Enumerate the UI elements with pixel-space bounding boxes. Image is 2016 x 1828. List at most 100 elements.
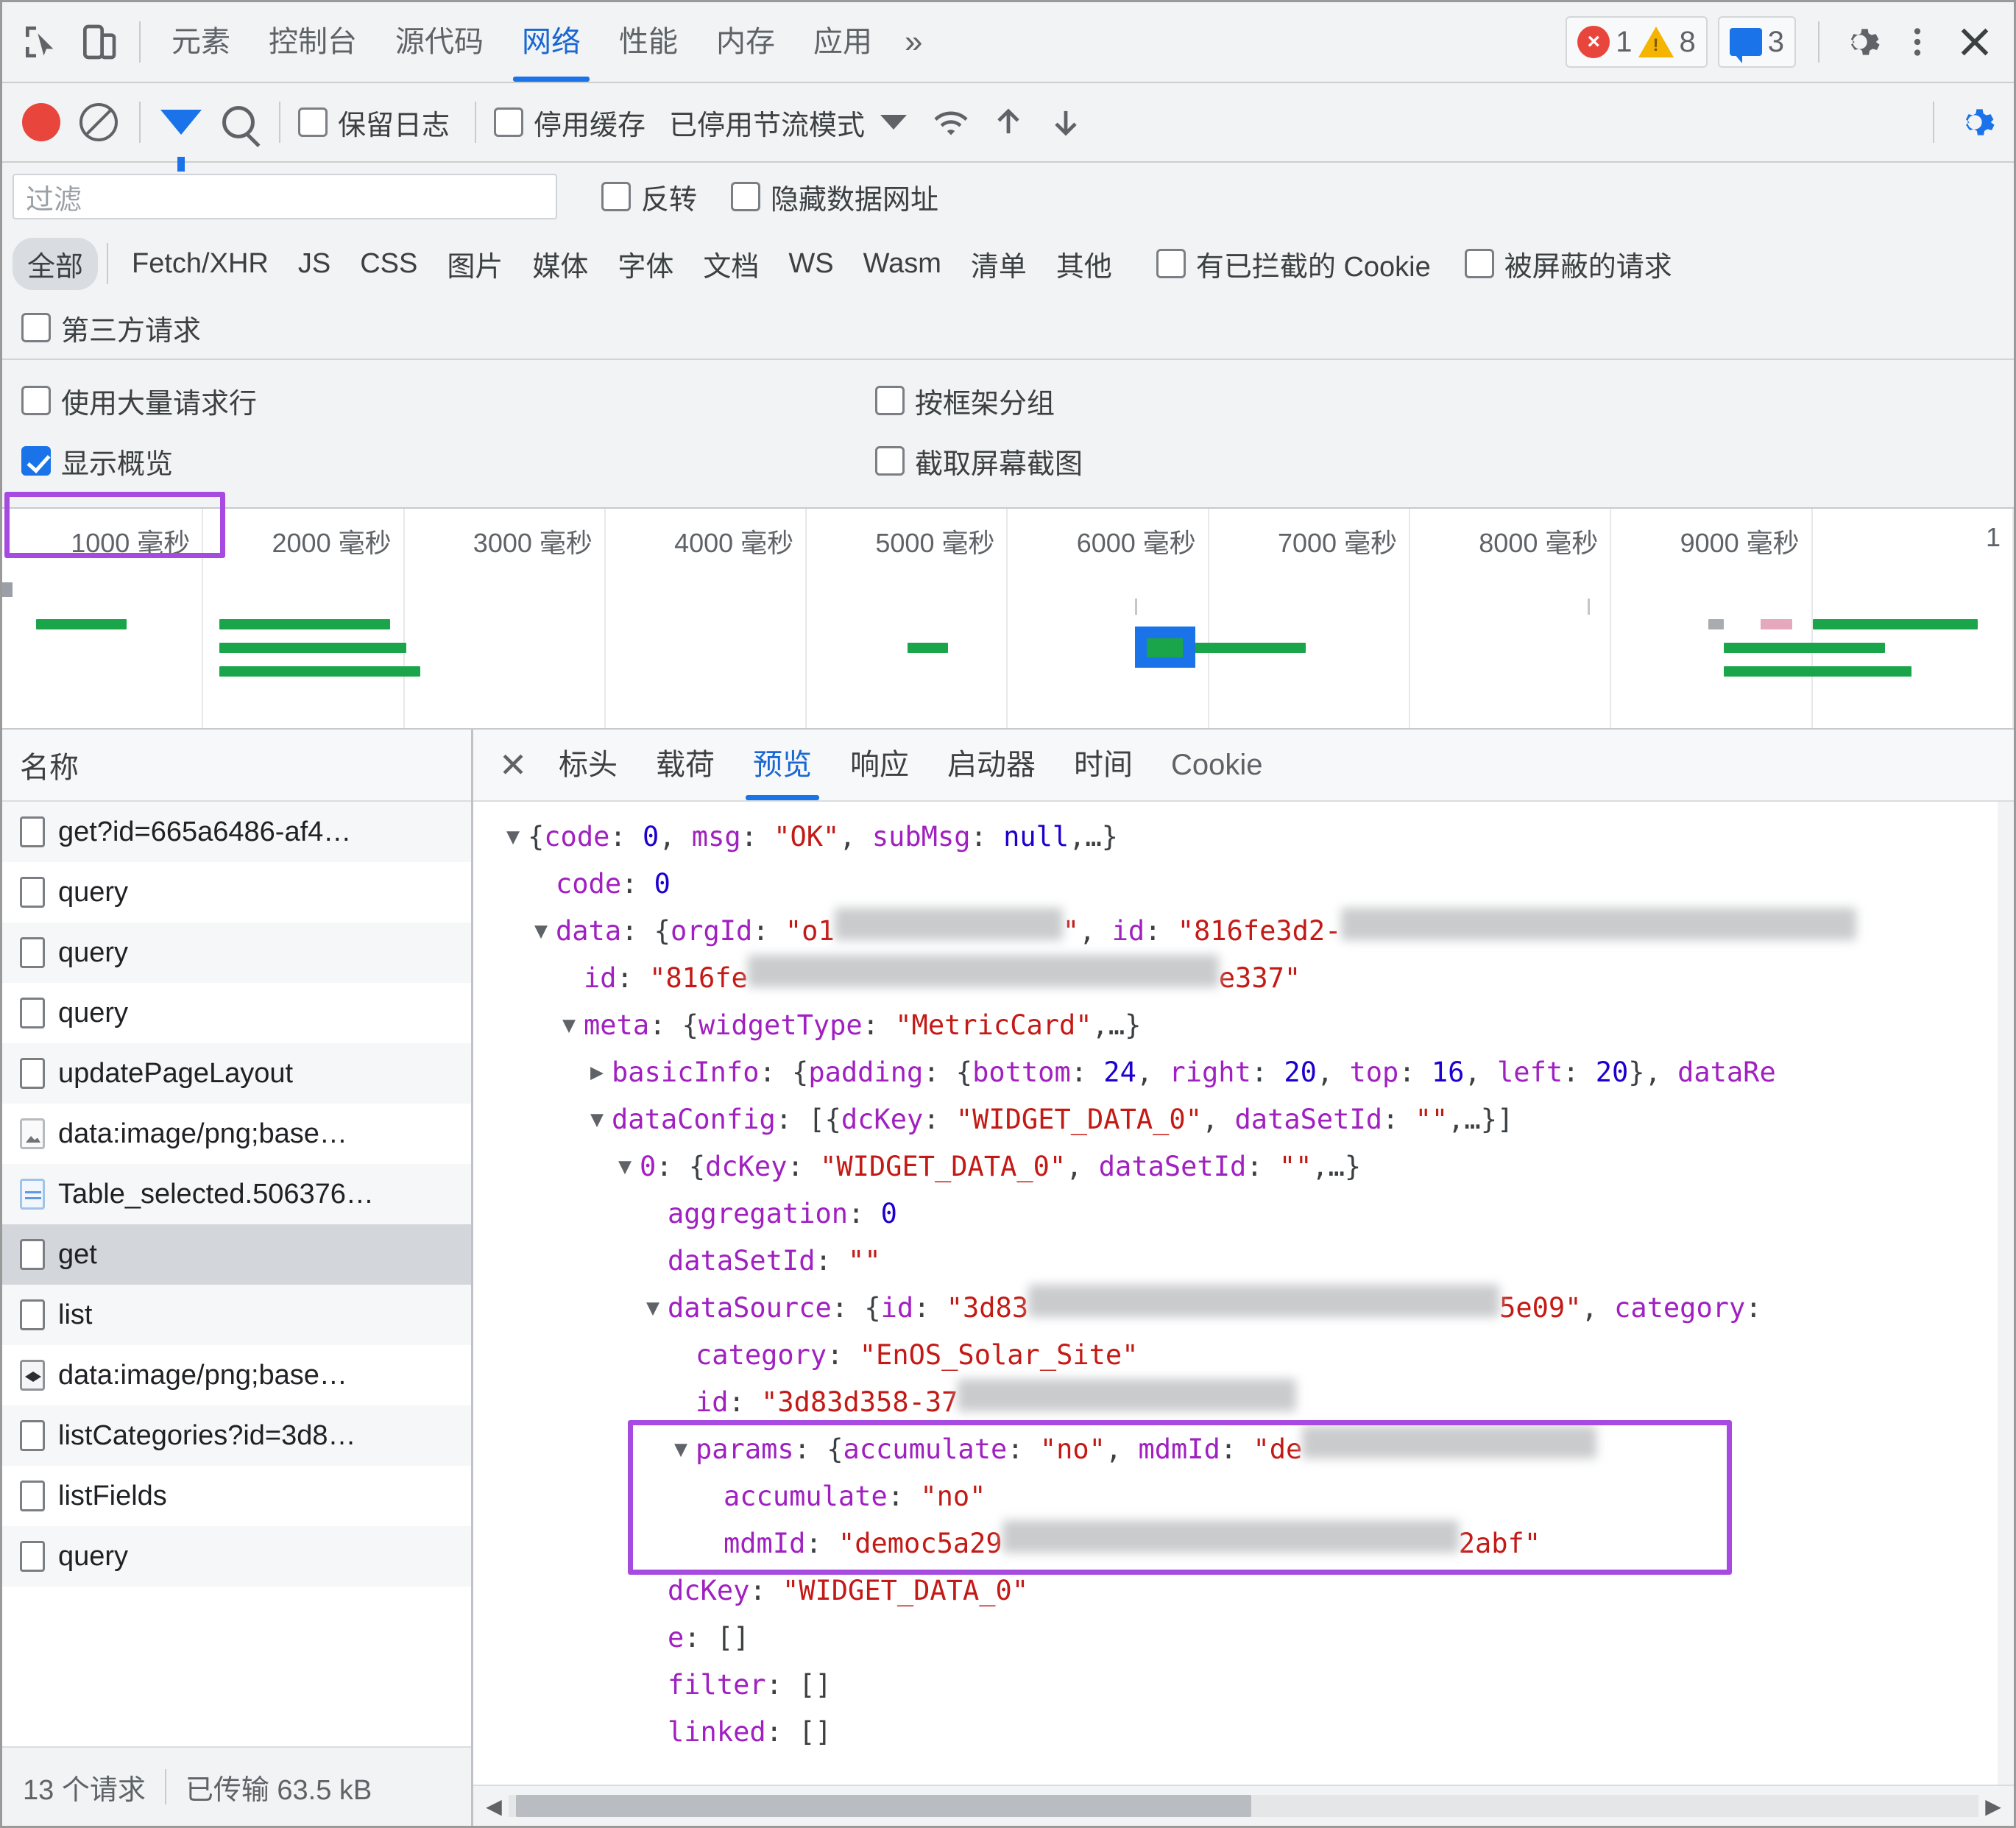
- json-line[interactable]: ·id: "3d83d358-37: [473, 1379, 2014, 1426]
- request-row[interactable]: query: [2, 862, 471, 922]
- throttling-dropdown-icon[interactable]: [865, 93, 922, 151]
- network-conditions-button[interactable]: [922, 93, 980, 151]
- json-line[interactable]: ▼ dataConfig: [{dcKey: "WIDGET_DATA_0", d…: [473, 1096, 2014, 1143]
- type-filter-media[interactable]: 媒体: [517, 238, 603, 290]
- request-row[interactable]: query: [2, 1526, 471, 1587]
- tab-elements[interactable]: 元素: [152, 2, 250, 82]
- capture-screenshots-checkbox[interactable]: 截取屏幕截图: [875, 441, 1083, 481]
- detail-tab-preview[interactable]: 预览: [734, 730, 831, 800]
- tab-network[interactable]: 网络: [503, 2, 600, 82]
- request-row-selected[interactable]: get: [2, 1224, 471, 1285]
- scrollbar-track[interactable]: [509, 1795, 1978, 1817]
- collapse-arrow-icon[interactable]: ▼: [666, 1426, 696, 1473]
- more-options-icon[interactable]: [1889, 13, 1946, 71]
- json-line[interactable]: ·accumulate: "no": [473, 1473, 2014, 1520]
- blocked-requests-checkbox[interactable]: 被屏蔽的请求: [1464, 244, 1672, 284]
- preserve-log-checkbox[interactable]: 保留日志: [298, 102, 450, 143]
- tab-console[interactable]: 控制台: [250, 2, 376, 82]
- import-har-icon[interactable]: [980, 93, 1037, 151]
- json-line[interactable]: ·id: "816fe e337": [473, 955, 2014, 1002]
- request-row[interactable]: get?id=665a6486-af4…: [2, 802, 471, 862]
- detail-tab-response[interactable]: 响应: [831, 730, 928, 800]
- expand-arrow-icon[interactable]: ▶: [582, 1049, 612, 1096]
- json-line[interactable]: ▼ meta: {widgetType: "MetricCard",…}: [473, 1002, 2014, 1049]
- json-line[interactable]: ▼ data: {orgId: "o1 ", id: "816fe3d2-: [473, 908, 2014, 955]
- collapse-arrow-icon[interactable]: ▼: [554, 1002, 584, 1049]
- more-tabs-icon[interactable]: »: [891, 2, 936, 82]
- export-har-icon[interactable]: [1037, 93, 1094, 151]
- json-line[interactable]: ▼ 0: {dcKey: "WIDGET_DATA_0", dataSetId: …: [473, 1143, 2014, 1190]
- filter-input[interactable]: 过滤: [13, 174, 557, 219]
- type-filter-doc[interactable]: 文档: [688, 238, 774, 290]
- json-line[interactable]: ▼ dataSource: {id: "3d83 5e09", category:: [473, 1285, 2014, 1332]
- request-row[interactable]: listCategories?id=3d8…: [2, 1405, 471, 1466]
- request-row[interactable]: listFields: [2, 1466, 471, 1526]
- collapse-arrow-icon[interactable]: ▼: [498, 814, 528, 861]
- request-row[interactable]: query: [2, 922, 471, 983]
- show-overview-checkbox[interactable]: 显示概览: [21, 441, 875, 481]
- type-filter-fetch-xhr[interactable]: Fetch/XHR: [117, 242, 283, 286]
- collapse-arrow-icon[interactable]: ▼: [610, 1143, 640, 1190]
- type-filter-img[interactable]: 图片: [432, 238, 517, 290]
- json-line[interactable]: ▼{code: 0, msg: "OK", subMsg: null,…}: [473, 814, 2014, 861]
- request-row[interactable]: list: [2, 1285, 471, 1345]
- json-line[interactable]: ·filter: []: [473, 1662, 2014, 1709]
- type-filter-wasm[interactable]: Wasm: [849, 242, 956, 286]
- type-filter-manifest[interactable]: 清单: [956, 238, 1041, 290]
- json-line[interactable]: ·linked: []: [473, 1709, 2014, 1756]
- invert-checkbox[interactable]: 反转: [601, 177, 697, 217]
- json-line[interactable]: ▶ basicInfo: {padding: {bottom: 24, right…: [473, 1049, 2014, 1096]
- detail-tab-timing[interactable]: 时间: [1055, 730, 1152, 800]
- type-filter-css[interactable]: CSS: [345, 242, 432, 286]
- clear-button[interactable]: [70, 93, 127, 151]
- request-list[interactable]: get?id=665a6486-af4… query query query updat…: [2, 802, 471, 1746]
- type-filter-all[interactable]: 全部: [13, 237, 99, 290]
- json-line[interactable]: ·dcKey: "WIDGET_DATA_0": [473, 1567, 2014, 1615]
- tab-sources[interactable]: 源代码: [376, 2, 503, 82]
- group-by-frame-checkbox[interactable]: 按框架分组: [875, 381, 1055, 421]
- filter-toggle-button[interactable]: [152, 93, 210, 172]
- request-row[interactable]: updatePageLayout: [2, 1043, 471, 1104]
- issue-counters[interactable]: × 1 8: [1566, 16, 1708, 68]
- network-overview-timeline[interactable]: 1000 毫秒 2000 毫秒 3000 毫秒 4000 毫秒 5000 毫秒 …: [2, 509, 2014, 730]
- scrollbar-thumb[interactable]: [516, 1795, 1251, 1817]
- scroll-right-icon[interactable]: ▶: [1978, 1794, 2008, 1818]
- settings-gear-icon[interactable]: [1831, 13, 1889, 71]
- record-button[interactable]: [13, 93, 70, 151]
- tab-performance[interactable]: 性能: [600, 2, 697, 82]
- preview-horizontal-scrollbar[interactable]: ◀ ▶: [473, 1785, 2014, 1826]
- scroll-left-icon[interactable]: ◀: [479, 1794, 509, 1818]
- detail-tab-payload[interactable]: 载荷: [637, 730, 734, 800]
- request-list-header[interactable]: 名称: [2, 730, 471, 802]
- type-filter-font[interactable]: 字体: [603, 238, 688, 290]
- blocked-cookies-checkbox[interactable]: 有已拦截的 Cookie: [1156, 244, 1431, 284]
- inspect-element-icon[interactable]: [13, 13, 70, 71]
- request-row[interactable]: data:image/png;base…: [2, 1345, 471, 1405]
- device-toolbar-icon[interactable]: [70, 13, 127, 71]
- close-detail-icon[interactable]: ✕: [487, 738, 540, 791]
- collapse-arrow-icon[interactable]: ▼: [638, 1285, 668, 1332]
- json-line[interactable]: ·mdmId: "democ5a29 2abf": [473, 1520, 2014, 1567]
- json-line[interactable]: ▼ params: {accumulate: "no", mdmId: "de: [473, 1426, 2014, 1473]
- collapse-arrow-icon[interactable]: ▼: [526, 908, 556, 955]
- tab-memory[interactable]: 内存: [697, 2, 794, 82]
- json-line[interactable]: ·code: 0: [473, 861, 2014, 908]
- network-settings-gear-icon[interactable]: [1946, 93, 2003, 151]
- disable-cache-checkbox[interactable]: 停用缓存: [494, 102, 646, 143]
- third-party-checkbox[interactable]: 第三方请求: [21, 308, 201, 348]
- json-line[interactable]: ·aggregation: 0: [473, 1190, 2014, 1238]
- type-filter-ws[interactable]: WS: [774, 242, 848, 286]
- hide-data-urls-checkbox[interactable]: 隐藏数据网址: [731, 177, 938, 217]
- request-row[interactable]: data:image/png;base…: [2, 1104, 471, 1164]
- message-counter[interactable]: 3: [1717, 16, 1796, 68]
- big-request-rows-checkbox[interactable]: 使用大量请求行: [21, 381, 875, 421]
- request-row[interactable]: query: [2, 983, 471, 1043]
- search-button[interactable]: [210, 93, 267, 151]
- json-line[interactable]: ·e: []: [473, 1615, 2014, 1662]
- json-line[interactable]: ·category: "EnOS_Solar_Site": [473, 1332, 2014, 1379]
- type-filter-other[interactable]: 其他: [1041, 238, 1127, 290]
- close-devtools-icon[interactable]: [1946, 13, 2003, 71]
- detail-tab-initiator[interactable]: 启动器: [928, 730, 1055, 800]
- detail-tab-headers[interactable]: 标头: [540, 730, 637, 800]
- throttling-label[interactable]: 已停用节流模式: [669, 102, 865, 143]
